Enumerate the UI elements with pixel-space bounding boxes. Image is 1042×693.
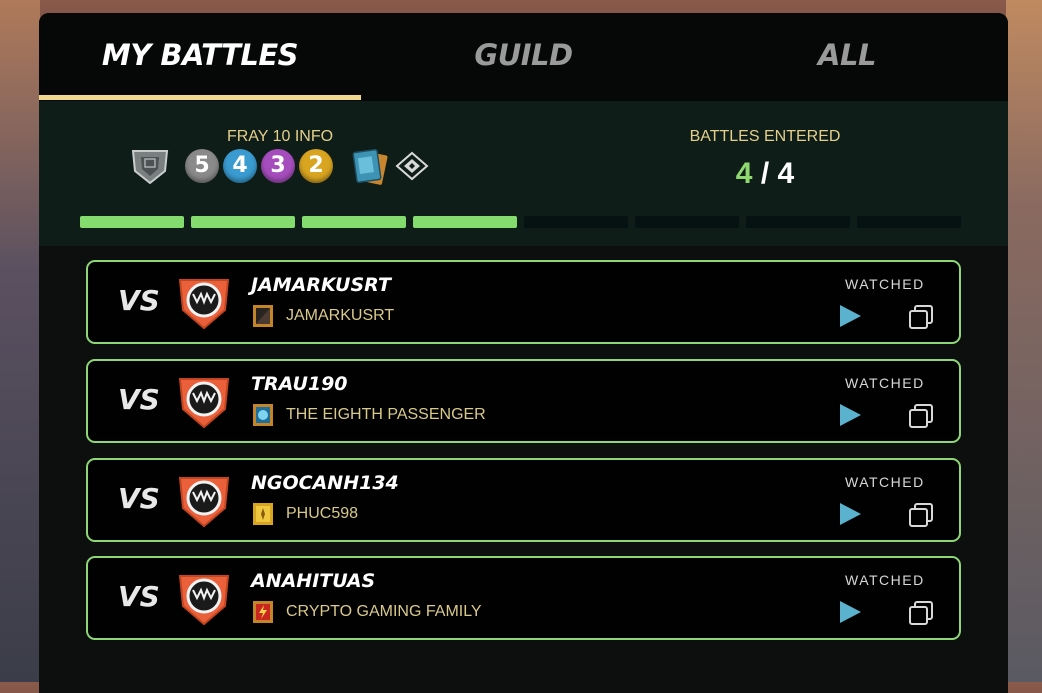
- tab-bar: MY BATTLES GUILD ALL: [39, 13, 1008, 101]
- battles-total-value: 4: [777, 157, 795, 190]
- watched-status: WATCHED: [845, 572, 925, 588]
- tab-all[interactable]: ALL: [686, 35, 1008, 75]
- brawl-panel: MY BATTLES GUILD ALL FRAY 10 INFO BATTLE…: [39, 13, 1008, 693]
- guild-name: CRYPTO GAMING FAMILY: [286, 603, 482, 620]
- progress-segment-empty: [746, 216, 850, 228]
- guild-name: PHUC598: [286, 505, 359, 522]
- tab-my-battles[interactable]: MY BATTLES: [39, 35, 361, 75]
- play-icon[interactable]: [838, 600, 862, 624]
- vs-label: VS: [118, 482, 160, 515]
- copy-icon[interactable]: [908, 403, 934, 429]
- progress-segment-filled: [302, 216, 406, 228]
- dark-banner-icon: [253, 305, 273, 327]
- rating-circle-2: 2: [299, 149, 333, 183]
- vs-label: VS: [118, 383, 160, 416]
- active-tab-underline: [39, 95, 361, 100]
- brawl-emblem-icon: [178, 477, 230, 528]
- guild-name: JAMARKUSRT: [286, 307, 395, 324]
- lightning-banner-icon: [253, 601, 273, 623]
- progress-segment-filled: [191, 216, 295, 228]
- tab-guild[interactable]: GUILD: [361, 35, 686, 75]
- battle-row[interactable]: VS NGOCANH134 PHUC598 WATCHED: [86, 458, 961, 542]
- rating-circle-4: 4: [223, 149, 257, 183]
- watched-status: WATCHED: [845, 474, 925, 490]
- opponent-name: ANAHITUAS: [251, 570, 376, 592]
- league-shield-icon: [131, 150, 169, 185]
- watched-status: WATCHED: [845, 276, 925, 292]
- opponent-name: NGOCANH134: [251, 472, 399, 494]
- progress-segment-empty: [635, 216, 739, 228]
- brawl-emblem-icon: [178, 279, 230, 330]
- brawl-emblem-icon: [178, 575, 230, 626]
- ruleset-diamond-icon: [395, 151, 429, 181]
- guild-name: THE EIGHTH PASSENGER: [286, 406, 486, 423]
- rating-circle-5: 5: [185, 149, 219, 183]
- play-icon[interactable]: [838, 304, 862, 328]
- copy-icon[interactable]: [908, 502, 934, 528]
- progress-segment-filled: [413, 216, 517, 228]
- battles-separator: /: [760, 157, 778, 190]
- watched-status: WATCHED: [845, 375, 925, 391]
- battles-entered-title: BATTLES ENTERED: [689, 128, 841, 145]
- play-icon[interactable]: [838, 403, 862, 427]
- vs-label: VS: [118, 284, 160, 317]
- card-set-icon: [352, 148, 388, 185]
- battles-entered-count: 4 / 4: [665, 157, 865, 191]
- battle-row[interactable]: VS TRAU190 THE EIGHTH PASSENGER WATCHED: [86, 359, 961, 443]
- vs-label: VS: [118, 580, 160, 613]
- fray-info-section: FRAY 10 INFO BATTLES ENTERED 5 4 3 2 4 /…: [39, 101, 1008, 246]
- blue-orb-banner-icon: [253, 404, 273, 426]
- progress-segment-empty: [857, 216, 961, 228]
- opponent-name: TRAU190: [251, 373, 348, 395]
- fray-info-title: FRAY 10 INFO: [226, 128, 334, 145]
- opponent-name: JAMARKUSRT: [251, 274, 391, 296]
- background-right: [1006, 0, 1042, 682]
- play-icon[interactable]: [838, 502, 862, 526]
- background-left: [0, 0, 40, 682]
- brawl-emblem-icon: [178, 378, 230, 429]
- battles-entered-value: 4: [735, 157, 753, 190]
- gold-banner-icon: [253, 503, 273, 525]
- progress-segment-empty: [524, 216, 628, 228]
- battle-progress-bar: [80, 216, 962, 228]
- copy-icon[interactable]: [908, 304, 934, 330]
- copy-icon[interactable]: [908, 600, 934, 626]
- progress-segment-filled: [80, 216, 184, 228]
- rating-circle-3: 3: [261, 149, 295, 183]
- battle-row[interactable]: VS JAMARKUSRT JAMARKUSRT WATCHED: [86, 260, 961, 344]
- battle-row[interactable]: VS ANAHITUAS CRYPTO GAMING FAMILY WATCHE…: [86, 556, 961, 640]
